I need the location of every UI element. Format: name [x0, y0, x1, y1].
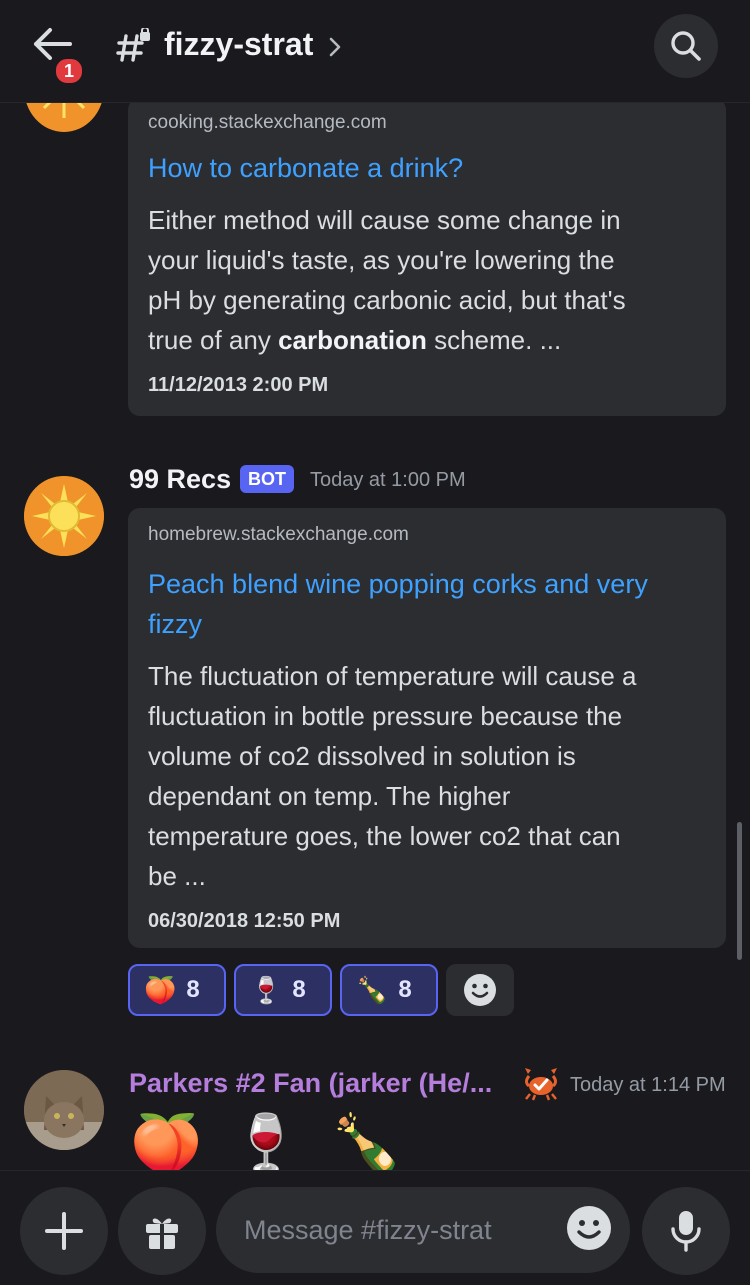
- notification-badge: 1: [53, 56, 85, 86]
- sun-icon: [26, 102, 102, 128]
- peach-emoji: 🍑: [144, 975, 177, 1005]
- text-channel-lock-icon: [116, 28, 150, 62]
- reaction-peach[interactable]: 🍑 8: [128, 964, 226, 1016]
- reaction-count: 8: [292, 976, 306, 1003]
- desc-text: true of any: [148, 325, 279, 355]
- cat-avatar-icon: [24, 1070, 104, 1150]
- author-name[interactable]: 99 Recs: [129, 464, 231, 495]
- author-name[interactable]: Parkers #2 Fan (jarker (He/...: [129, 1068, 492, 1099]
- embed-desc-line: be ...: [148, 861, 206, 891]
- embed-desc-line: volume of co2 dissolved in solution is: [148, 741, 576, 771]
- message-composer: Message #fizzy-strat: [0, 1170, 750, 1285]
- embed-provider[interactable]: cooking.stackexchange.com: [148, 112, 387, 134]
- bot-tag: BOT: [240, 465, 294, 493]
- channel-name[interactable]: fizzy-strat: [164, 26, 313, 63]
- search-icon: [671, 31, 701, 61]
- embed-date: 11/12/2013 2:00 PM: [148, 374, 329, 396]
- embed-description: Either method will cause some change in …: [148, 200, 708, 360]
- embed-desc-line: true of any carbonation scheme. ...: [148, 320, 708, 360]
- embed-desc-line: The fluctuation of temperature will caus…: [148, 661, 637, 691]
- microphone-icon: [671, 1211, 701, 1252]
- channel-header: 1 fizzy-strat: [0, 0, 750, 103]
- message-timestamp: Today at 1:00 PM: [310, 469, 466, 491]
- embed-title[interactable]: Peach blend wine popping corks and very …: [148, 564, 708, 644]
- link-embed: cooking.stackexchange.com How to carbona…: [128, 102, 726, 416]
- wine-glass-emoji: 🍷: [250, 975, 283, 1005]
- chevron-right-icon: [329, 37, 341, 57]
- reaction-count: 8: [398, 976, 412, 1003]
- scrollbar[interactable]: [737, 822, 742, 960]
- search-button[interactable]: [654, 14, 718, 78]
- embed-desc-line: pH by generating carbonic acid, but that…: [148, 285, 626, 315]
- plus-icon: [45, 1212, 83, 1250]
- gift-button[interactable]: [118, 1187, 206, 1275]
- bot-avatar[interactable]: [24, 476, 104, 556]
- reaction-champagne[interactable]: 🍾 8: [340, 964, 438, 1016]
- reaction-count: 8: [186, 976, 200, 1003]
- embed-date: 06/30/2018 12:50 PM: [148, 910, 341, 932]
- link-embed: homebrew.stackexchange.com Peach blend w…: [128, 508, 726, 948]
- bot-avatar[interactable]: [24, 102, 104, 132]
- gift-icon: [146, 1218, 178, 1249]
- embed-title[interactable]: How to carbonate a drink?: [148, 148, 708, 188]
- wine-glass-emoji: 🍷: [230, 1112, 331, 1171]
- peach-emoji: 🍑: [130, 1112, 231, 1171]
- add-reaction-button[interactable]: [446, 964, 514, 1016]
- embed-provider[interactable]: homebrew.stackexchange.com: [148, 524, 409, 546]
- smiley-icon: [464, 974, 496, 1006]
- attach-button[interactable]: [20, 1187, 108, 1275]
- embed-title-line[interactable]: Peach blend wine popping corks and very: [148, 564, 708, 604]
- desc-text: scheme. ...: [426, 325, 562, 355]
- embed-title-line[interactable]: fizzy: [148, 604, 708, 644]
- sun-icon: [24, 476, 104, 556]
- embed-desc-line: fluctuation in bottle pressure because t…: [148, 701, 623, 731]
- champagne-emoji: 🍾: [330, 1112, 431, 1171]
- user-avatar[interactable]: [24, 1070, 104, 1150]
- embed-desc-line: dependant on temp. The higher: [148, 781, 511, 811]
- emoji-picker-icon[interactable]: [566, 1205, 612, 1251]
- champagne-emoji: 🍾: [356, 975, 389, 1005]
- embed-description: The fluctuation of temperature will caus…: [148, 656, 708, 896]
- crab-verified-icon: [525, 1068, 557, 1101]
- desc-bold-text: carbonation: [278, 325, 427, 355]
- message-list[interactable]: cooking.stackexchange.com How to carbona…: [0, 102, 750, 1170]
- embed-desc-line: Either method will cause some change in: [148, 205, 621, 235]
- embed-desc-line: temperature goes, the lower co2 that can: [148, 821, 621, 851]
- message-timestamp: Today at 1:14 PM: [570, 1074, 726, 1096]
- voice-message-button[interactable]: [642, 1187, 730, 1275]
- message-emoji-content: 🍑🍷🍾: [130, 1116, 431, 1171]
- reaction-wine[interactable]: 🍷 8: [234, 964, 332, 1016]
- embed-desc-line: your liquid's taste, as you're lowering …: [148, 245, 615, 275]
